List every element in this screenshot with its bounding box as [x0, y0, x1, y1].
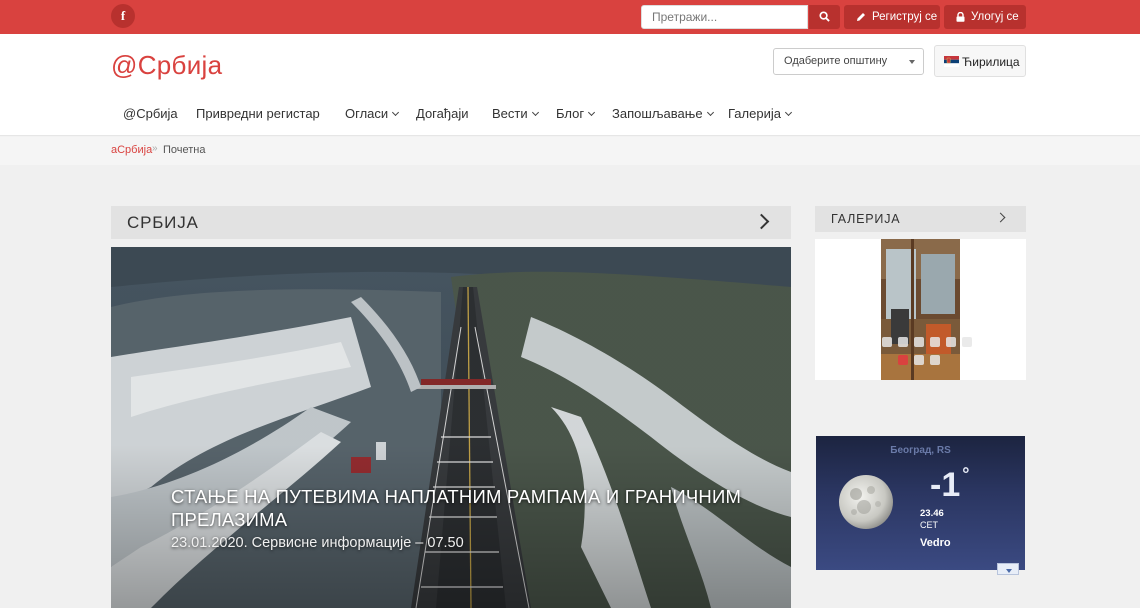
- chevron-down-icon: [909, 60, 915, 64]
- weather-widget[interactable]: Београд, RS -1 ° 23.46 СЕТ Vedro: [816, 436, 1025, 570]
- chevron-right-icon[interactable]: [995, 212, 1006, 223]
- nav-item-srbija[interactable]: @Србија: [123, 106, 178, 121]
- main-nav: @Србија Привредни регистар Огласи Догађа…: [0, 106, 1140, 126]
- serbia-flag-icon: [944, 56, 959, 67]
- weather-condition: Vedro: [920, 537, 951, 549]
- weather-badge-icon[interactable]: [997, 563, 1019, 575]
- register-label: Региструј се: [872, 11, 938, 23]
- gallery-title: ГАЛЕРИЈА: [831, 212, 901, 226]
- breadcrumb-separator: »: [152, 143, 158, 154]
- hero-meta: 23.01.2020. Сервисне информације – 07.50: [171, 535, 464, 551]
- chevron-down-icon: [531, 108, 539, 117]
- hero-article[interactable]: СТАЊЕ НА ПУТЕВИМА НАПЛАТНИМ РАМПАМА И ГР…: [111, 247, 791, 608]
- pager-dot-active[interactable]: [898, 355, 908, 365]
- search-icon: [819, 11, 830, 22]
- breadcrumb-current: Почетна: [163, 144, 206, 156]
- nav-item-ads[interactable]: Огласи: [345, 106, 400, 121]
- weather-day: СЕТ: [920, 520, 938, 530]
- nav-item-blog[interactable]: Блог: [556, 106, 596, 121]
- municipality-select[interactable]: Одаберите општину: [773, 48, 924, 75]
- language-label: Ћирилица: [962, 55, 1020, 69]
- section-title: СРБИЈА: [127, 213, 199, 232]
- nav-item-business-register[interactable]: Привредни регистар: [196, 106, 320, 121]
- chevron-right-icon[interactable]: [753, 213, 770, 230]
- moon-icon: [839, 475, 893, 529]
- nav-label: Вести: [492, 106, 528, 121]
- login-label: Улогуј се: [971, 11, 1019, 23]
- pager-dot[interactable]: [914, 355, 924, 365]
- nav-label: Догађаји: [416, 106, 469, 121]
- facebook-icon[interactable]: f: [111, 4, 135, 28]
- nav-label: Привредни регистар: [196, 106, 320, 121]
- pager-dot[interactable]: [914, 337, 924, 347]
- section-header-gallery[interactable]: ГАЛЕРИЈА: [815, 206, 1026, 232]
- site-logo[interactable]: @Србија: [111, 50, 222, 81]
- hero-image: [111, 247, 791, 608]
- weather-temperature-value: -1: [930, 466, 961, 504]
- nav-label: @Србија: [123, 106, 178, 121]
- weather-city: Београд, RS: [890, 445, 951, 456]
- language-switcher[interactable]: Ћирилица: [934, 45, 1026, 77]
- hero-title[interactable]: СТАЊЕ НА ПУТЕВИМА НАПЛАТНИМ РАМПАМА И ГР…: [171, 485, 771, 531]
- nav-label: Запошљавање: [612, 106, 703, 121]
- search-button[interactable]: [809, 5, 840, 29]
- login-button[interactable]: Улогуј се: [944, 5, 1026, 29]
- degree-symbol: °: [962, 464, 970, 484]
- pager-dot[interactable]: [930, 355, 940, 365]
- breadcrumb-home[interactable]: аСрбија: [111, 144, 152, 156]
- search-input[interactable]: [641, 5, 808, 29]
- top-bar: f Региструј се Улогуј се: [0, 0, 1140, 34]
- pager-dot[interactable]: [946, 337, 956, 347]
- chevron-down-icon: [784, 108, 793, 117]
- nav-label: Огласи: [345, 106, 389, 121]
- municipality-select-value: Одаберите општину: [784, 55, 888, 67]
- nav-item-events[interactable]: Догађаји: [416, 106, 468, 121]
- pager-dot[interactable]: [962, 337, 972, 347]
- chevron-down-icon: [588, 108, 596, 117]
- pager-dot[interactable]: [882, 337, 892, 347]
- lock-icon: [956, 12, 965, 22]
- breadcrumb: аСрбија » Почетна: [0, 137, 1140, 165]
- nav-label: Блог: [556, 106, 585, 121]
- weather-temperature: -1 °: [930, 464, 970, 505]
- nav-item-gallery[interactable]: Галерија: [728, 106, 793, 121]
- chevron-down-icon: [392, 108, 400, 117]
- nav-item-news[interactable]: Вести: [492, 106, 539, 121]
- pager-dot[interactable]: [898, 337, 908, 347]
- pager-dot[interactable]: [930, 337, 940, 347]
- weather-time: 23.46: [920, 508, 944, 519]
- site-header: @Србија Одаберите општину Ћирилица @Срби…: [0, 34, 1140, 136]
- pencil-icon: [857, 13, 865, 21]
- chevron-down-icon: [706, 108, 714, 117]
- nav-label: Галерија: [728, 106, 781, 121]
- gallery-slider[interactable]: [815, 239, 1026, 380]
- section-header-serbia[interactable]: СРБИЈА: [111, 206, 791, 239]
- register-button[interactable]: Региструј се: [844, 5, 940, 29]
- nav-item-jobs[interactable]: Запошљавање: [612, 106, 714, 121]
